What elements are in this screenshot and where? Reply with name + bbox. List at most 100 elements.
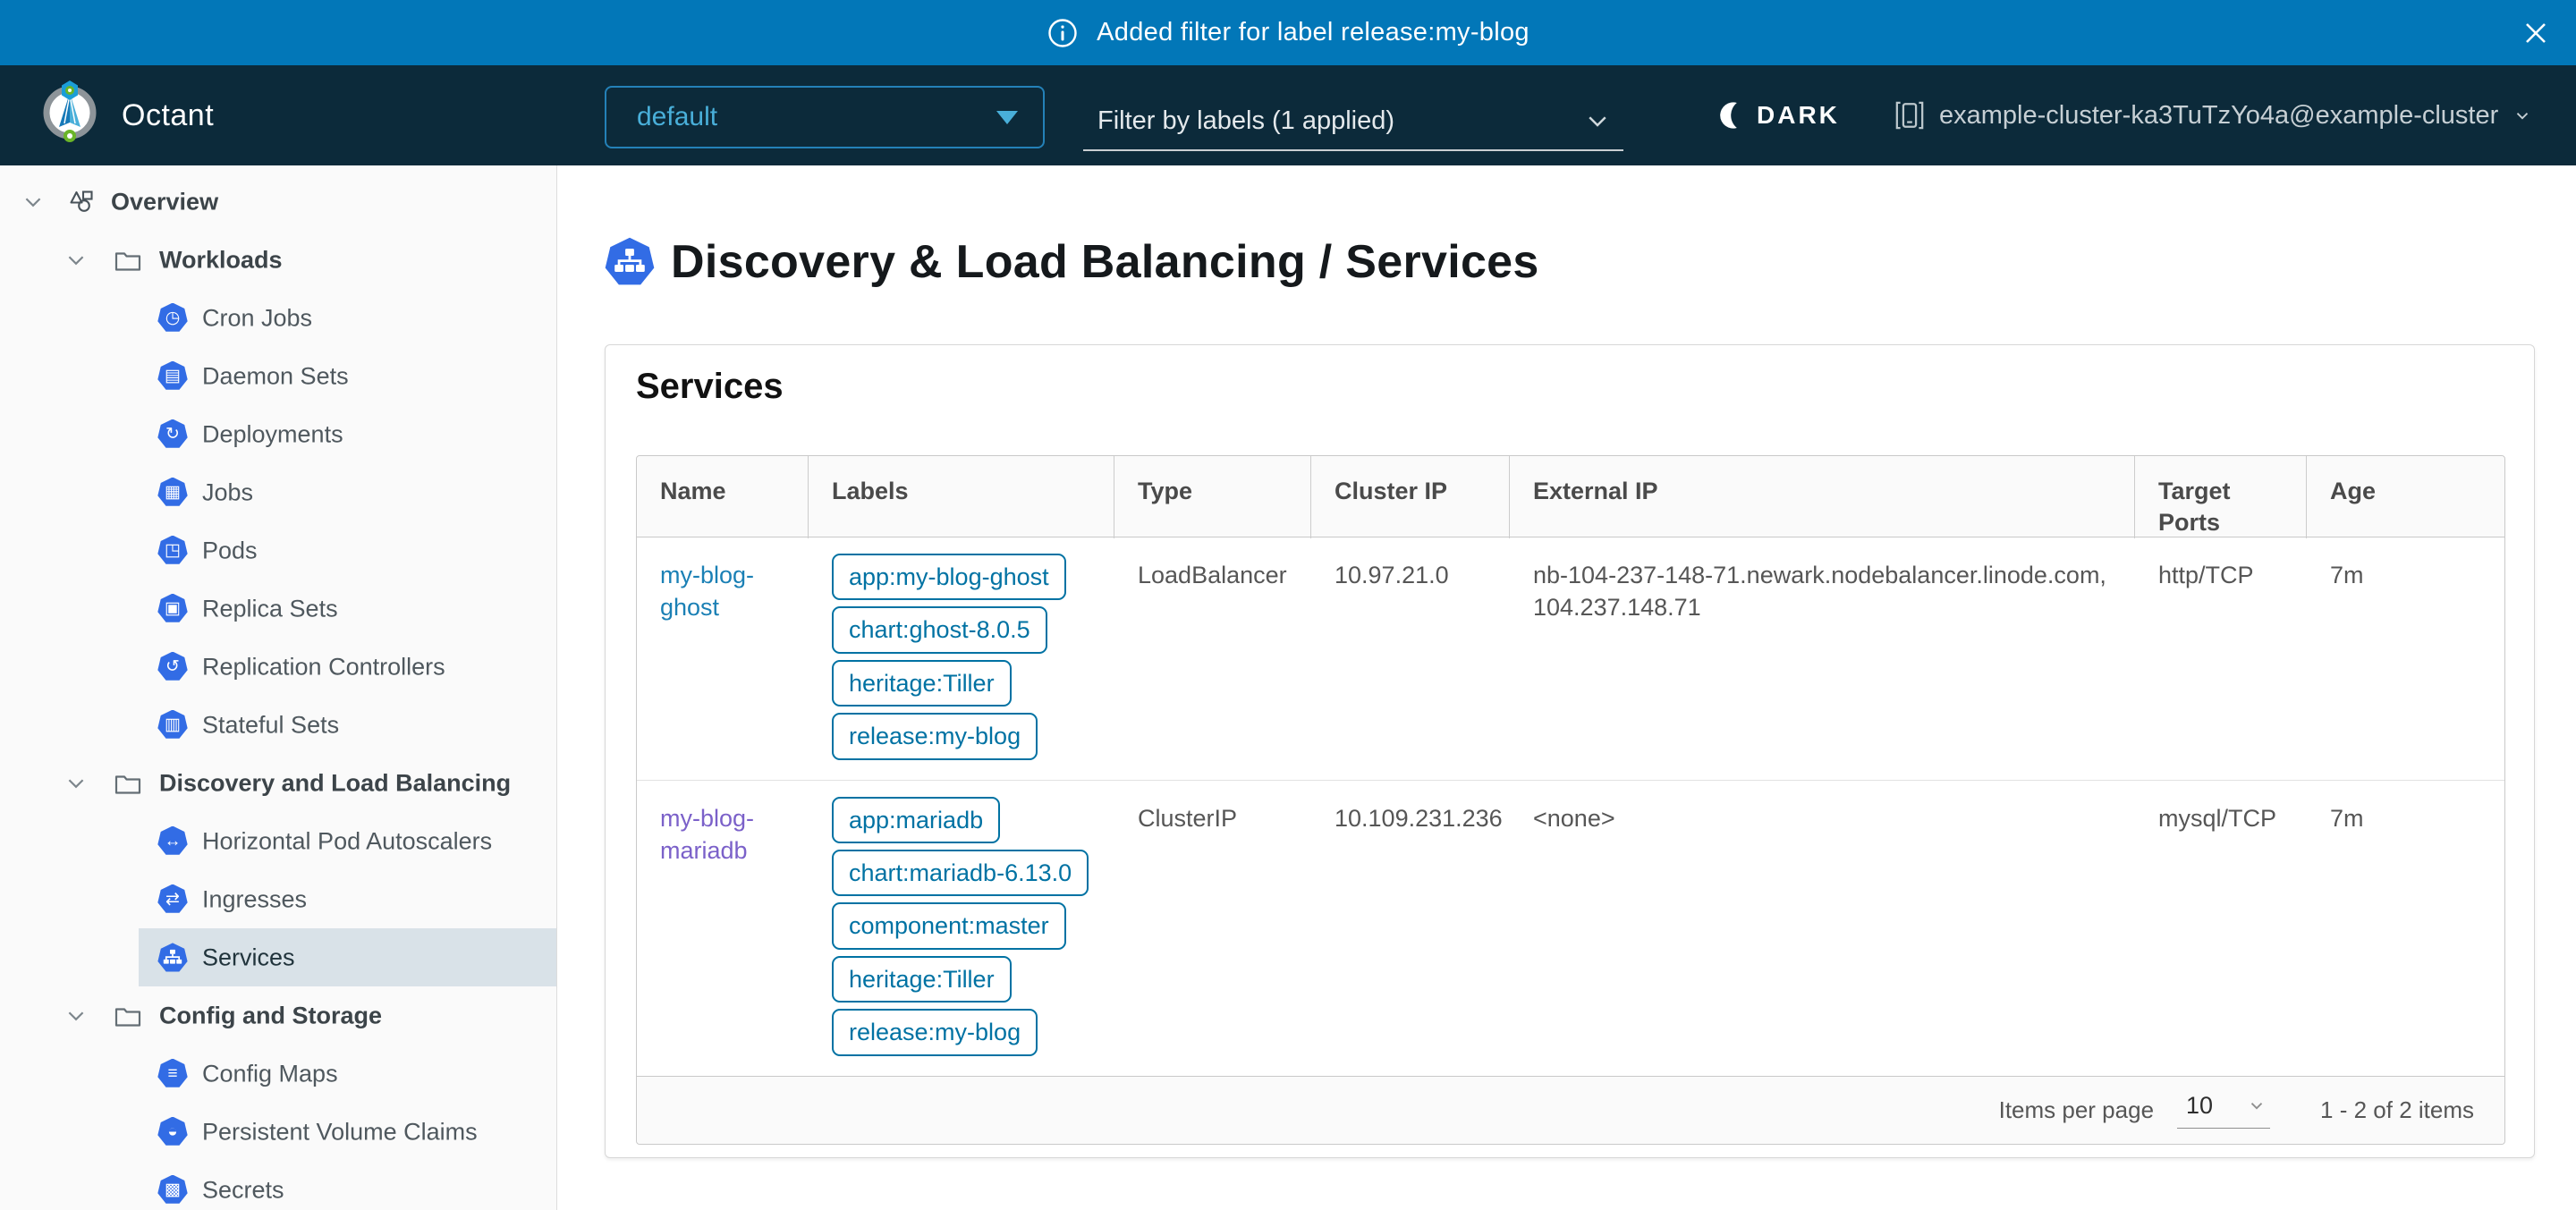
sidebar-item-label: Cron Jobs: [202, 304, 312, 332]
sidebar-item-label: Secrets: [202, 1176, 284, 1204]
sidebar-item-label: Replica Sets: [202, 595, 338, 622]
dark-theme-toggle[interactable]: DARK: [1719, 65, 1840, 165]
sidebar-item-label: Discovery and Load Balancing: [159, 769, 511, 797]
column-header-name[interactable]: Name: [637, 456, 809, 538]
folder-icon: [114, 248, 141, 272]
sidebar-item-services[interactable]: Services: [0, 928, 556, 986]
cluster-ip-cell: 10.97.21.0: [1311, 537, 1510, 780]
type-cell: LoadBalancer: [1114, 537, 1311, 780]
table-body: my-blog-ghost app:my-blog-ghost chart:gho…: [637, 537, 2504, 1076]
chevron-down-icon[interactable]: [64, 772, 88, 795]
sidebar-item-label: Daemon Sets: [202, 362, 349, 390]
sidebar-item-label: Stateful Sets: [202, 711, 339, 739]
sidebar-item-ingresses[interactable]: ⇄ Ingresses: [0, 870, 556, 928]
sidebar-item-label: Persistent Volume Claims: [202, 1118, 478, 1146]
service-icon: [605, 237, 655, 287]
job-icon: ▦: [157, 478, 188, 508]
dropdown-caret-icon: [996, 111, 1018, 124]
service-icon: [157, 943, 188, 973]
card-title: Services: [636, 367, 784, 407]
column-header-external-ip[interactable]: External IP: [1510, 456, 2135, 538]
sidebar: Overview Workloads ◷ Cron Jobs ▤ Daemon …: [0, 165, 557, 1210]
page-size-value: 10: [2186, 1092, 2213, 1120]
name-cell: my-blog-mariadb: [637, 781, 809, 1076]
service-name-link[interactable]: my-blog-ghost: [660, 562, 754, 621]
hpa-icon: ↔: [157, 826, 188, 857]
sidebar-item-replica-sets[interactable]: ▣ Replica Sets: [0, 580, 556, 638]
cluster-host-icon: [1894, 97, 1925, 133]
cluster-ip-cell: 10.109.231.236: [1311, 781, 1510, 1076]
daemonset-icon: ▤: [157, 361, 188, 392]
table-row: my-blog-mariadb app:mariadb chart:mariadb…: [637, 780, 2504, 1076]
overview-icon: [68, 188, 96, 216]
sidebar-item-replication-controllers[interactable]: ↺ Replication Controllers: [0, 638, 556, 696]
sidebar-item-config-and-storage[interactable]: Config and Storage: [0, 986, 556, 1045]
column-header-target-ports[interactable]: Target Ports: [2135, 456, 2307, 538]
moon-icon: [1719, 100, 1744, 131]
label-chip[interactable]: app:mariadb: [832, 797, 1000, 843]
sidebar-item-deployments[interactable]: ↻ Deployments: [0, 405, 556, 463]
items-per-page-label: Items per page: [1999, 1096, 2154, 1124]
configmap-icon: ≡: [157, 1059, 188, 1089]
sidebar-item-secrets[interactable]: ▩ Secrets: [0, 1161, 556, 1210]
sidebar-item-label: Workloads: [159, 246, 283, 274]
page-size-select[interactable]: 10: [2177, 1092, 2270, 1129]
sidebar-item-workloads[interactable]: Workloads: [0, 231, 556, 289]
label-filter-text: Filter by labels (1 applied): [1097, 106, 1584, 136]
namespace-dropdown[interactable]: default: [605, 86, 1045, 148]
sidebar-item-overview[interactable]: Overview: [0, 173, 556, 231]
replicaset-icon: ▣: [157, 594, 188, 624]
sidebar-item-pods[interactable]: ◳ Pods: [0, 521, 556, 580]
app-header: Octant default Filter by labels (1 appli…: [0, 65, 2576, 165]
label-chip[interactable]: heritage:Tiller: [832, 956, 1012, 1003]
sidebar-item-discovery-and-load-balancing[interactable]: Discovery and Load Balancing: [0, 754, 556, 812]
column-header-cluster-ip[interactable]: Cluster IP: [1311, 456, 1510, 538]
sidebar-item-daemon-sets[interactable]: ▤ Daemon Sets: [0, 347, 556, 405]
deployment-icon: ↻: [157, 419, 188, 450]
cronjob-icon: ◷: [157, 303, 188, 334]
label-filter-dropdown[interactable]: Filter by labels (1 applied): [1083, 92, 1623, 151]
sidebar-item-config-maps[interactable]: ≡ Config Maps: [0, 1045, 556, 1103]
octant-logo-icon: [38, 77, 102, 145]
sidebar-item-horizontal-pod-autoscalers[interactable]: ↔ Horizontal Pod Autoscalers: [0, 812, 556, 870]
label-chip[interactable]: component:master: [832, 902, 1066, 949]
label-chip[interactable]: chart:mariadb-6.13.0: [832, 850, 1089, 896]
age-cell: 7m: [2307, 537, 2504, 780]
label-chip[interactable]: release:my-blog: [832, 713, 1038, 759]
column-header-type[interactable]: Type: [1114, 456, 1311, 538]
column-header-labels[interactable]: Labels: [809, 456, 1114, 538]
sidebar-item-jobs[interactable]: ▦ Jobs: [0, 463, 556, 521]
close-icon[interactable]: [2519, 16, 2553, 50]
chevron-down-icon[interactable]: [64, 249, 88, 272]
sidebar-item-label: Horizontal Pod Autoscalers: [202, 827, 492, 855]
info-icon: [1046, 17, 1079, 49]
sidebar-item-label: Deployments: [202, 420, 343, 448]
services-table: Name Labels Type Cluster IP External IP …: [636, 455, 2505, 1145]
label-chip[interactable]: release:my-blog: [832, 1009, 1038, 1055]
target-ports-cell: http/TCP: [2135, 537, 2307, 780]
chevron-down-icon[interactable]: [64, 1004, 88, 1028]
alert-bar: Added filter for label release:my-blog: [0, 0, 2576, 65]
page-title: Discovery & Load Balancing / Services: [671, 235, 1539, 289]
sidebar-item-persistent-volume-claims[interactable]: ◒ Persistent Volume Claims: [0, 1103, 556, 1161]
cluster-name: example-cluster-ka3TuTzYo4a@example-clus…: [1939, 101, 2498, 131]
label-chip[interactable]: heritage:Tiller: [832, 660, 1012, 707]
sidebar-item-stateful-sets[interactable]: ▥ Stateful Sets: [0, 696, 556, 754]
dark-theme-label: DARK: [1757, 101, 1840, 130]
app-title: Octant: [122, 65, 214, 165]
chevron-down-icon: [2247, 1096, 2267, 1115]
label-chip[interactable]: chart:ghost-8.0.5: [832, 606, 1047, 653]
labels-cell: app:mariadb chart:mariadb-6.13.0 component…: [809, 781, 1114, 1076]
replicationcontroller-icon: ↺: [157, 652, 188, 682]
service-name-link[interactable]: my-blog-mariadb: [660, 805, 754, 864]
column-header-age[interactable]: Age: [2307, 456, 2504, 538]
sidebar-item-label: Services: [202, 943, 295, 971]
namespace-value: default: [637, 102, 996, 132]
ingress-icon: ⇄: [157, 884, 188, 915]
chevron-down-icon[interactable]: [21, 190, 45, 214]
label-chip[interactable]: app:my-blog-ghost: [832, 554, 1066, 600]
sidebar-item-cron-jobs[interactable]: ◷ Cron Jobs: [0, 289, 556, 347]
cluster-selector[interactable]: example-cluster-ka3TuTzYo4a@example-clus…: [1894, 65, 2532, 165]
folder-icon: [114, 771, 141, 795]
services-card: Services Name Labels Type Cluster IP Ext…: [605, 344, 2535, 1158]
